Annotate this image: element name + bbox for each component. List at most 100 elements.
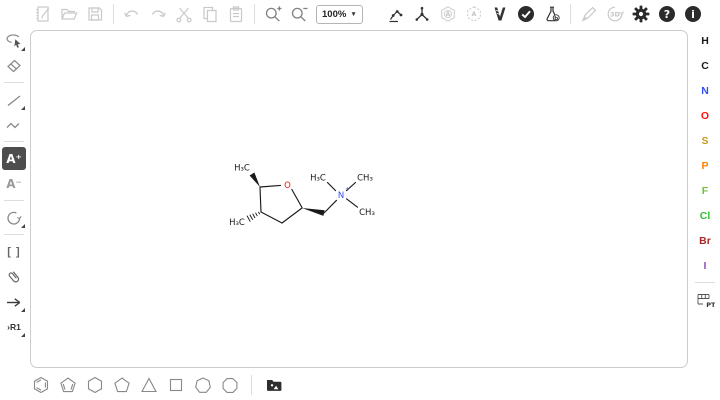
attach-sgroup-data-button[interactable] <box>2 265 26 288</box>
erase-button[interactable] <box>2 54 26 77</box>
chain-tool-button[interactable] <box>2 113 26 136</box>
aromatize-a-glyph: A <box>445 11 450 18</box>
ring-bonds[interactable] <box>260 183 358 224</box>
benzene-icon <box>31 375 51 395</box>
template-cyclooctane-button[interactable] <box>219 374 241 396</box>
template-cyclopropane-button[interactable] <box>138 374 160 396</box>
wedge-bond-c2-ch2[interactable] <box>302 208 325 216</box>
atom-charge-plus[interactable]: + <box>345 186 350 193</box>
redo-button[interactable] <box>147 3 169 25</box>
rotate-3d-icon: 3D <box>605 4 625 24</box>
cyclohexane-icon <box>85 375 105 395</box>
aromatize-icon: A <box>438 4 458 24</box>
calculated-values-button[interactable]: b <box>541 3 563 25</box>
save-icon <box>85 4 105 24</box>
drawing-canvas[interactable]: H₃C H₃C O N + H₃C CH₃ CH₃ <box>30 30 688 368</box>
atom-labels: H₃C H₃C O N + H₃C CH₃ CH₃ <box>229 164 375 229</box>
atom-label-n-methyl-topright[interactable]: CH₃ <box>357 174 373 184</box>
transform-rotate-button[interactable] <box>2 206 26 229</box>
cip-wedge-icon <box>490 4 510 24</box>
zoom-in-icon <box>263 4 283 24</box>
cyclopentadiene-icon <box>58 375 78 395</box>
paperclip-icon <box>4 267 24 287</box>
sgroup-brackets-button[interactable]: [ ] <box>2 240 26 263</box>
dearomatize-button[interactable]: A <box>463 3 485 25</box>
atom-label-nitrogen[interactable]: N <box>338 191 344 201</box>
clean-up-button[interactable] <box>411 3 433 25</box>
zoom-out-button[interactable] <box>288 3 310 25</box>
gear-icon <box>631 4 651 24</box>
calculate-cip-button[interactable] <box>489 3 511 25</box>
charge-plus-button[interactable]: A⁺ <box>2 147 26 170</box>
open-button[interactable] <box>58 3 80 25</box>
save-button[interactable] <box>84 3 106 25</box>
hash-bond-c4-methyl[interactable] <box>247 212 259 221</box>
lasso-select-icon <box>4 31 24 51</box>
settings-button[interactable] <box>630 3 652 25</box>
viewer-3d-button[interactable]: 3D <box>604 3 626 25</box>
element-cl-button[interactable]: Cl <box>694 206 716 226</box>
template-toolbar <box>0 370 720 400</box>
element-c-button[interactable]: C <box>694 56 716 76</box>
molecule[interactable]: H₃C H₃C O N + H₃C CH₃ CH₃ <box>229 164 375 229</box>
element-i-button[interactable]: I <box>694 256 716 276</box>
template-cycloheptane-button[interactable] <box>192 374 214 396</box>
copy-button[interactable] <box>199 3 221 25</box>
template-cyclobutane-button[interactable] <box>165 374 187 396</box>
cut-button[interactable] <box>173 3 195 25</box>
toolbar-divider <box>695 282 715 283</box>
reaction-arrow-icon <box>4 292 24 312</box>
element-p-button[interactable]: P <box>694 156 716 176</box>
template-cyclopentadiene-button[interactable] <box>57 374 79 396</box>
check-structure-button[interactable] <box>515 3 537 25</box>
aromatize-button[interactable]: A <box>437 3 459 25</box>
wedge-bond-c5-methyl[interactable] <box>250 173 260 188</box>
recognize-button[interactable] <box>578 3 600 25</box>
element-palette: H C N O S P F Cl Br I PT <box>690 28 720 312</box>
reaction-arrow-button[interactable] <box>2 290 26 313</box>
paste-button[interactable] <box>225 3 247 25</box>
select-lasso-button[interactable] <box>2 29 26 52</box>
element-n-button[interactable]: N <box>694 81 716 101</box>
element-f-button[interactable]: F <box>694 181 716 201</box>
rgroup-tool-button[interactable]: ›R1 <box>2 315 26 338</box>
atom-label-methyl-c4[interactable]: H₃C <box>229 218 245 228</box>
template-cyclopentane-button[interactable] <box>111 374 133 396</box>
new-document-button[interactable] <box>32 3 54 25</box>
help-icon: ? <box>657 4 677 24</box>
layout-icon <box>386 4 406 24</box>
zoom-level-select[interactable]: 100% ▼ <box>316 5 363 24</box>
threed-glyph: 3D <box>610 10 621 18</box>
layout-button[interactable] <box>385 3 407 25</box>
atom-label-ring-oxygen[interactable]: O <box>284 181 291 191</box>
toolbar-divider <box>4 141 24 142</box>
periodic-table-icon: PT <box>695 290 715 310</box>
bond-tool-button[interactable] <box>2 88 26 111</box>
element-br-button[interactable]: Br <box>694 231 716 251</box>
atom-label-methyl-c5[interactable]: H₃C <box>234 164 250 174</box>
toolbar-divider <box>254 4 255 24</box>
template-library-button[interactable] <box>263 374 285 396</box>
element-h-button[interactable]: H <box>694 31 716 51</box>
element-o-button[interactable]: O <box>694 106 716 126</box>
zoom-out-icon <box>289 4 309 24</box>
zoom-in-button[interactable] <box>262 3 284 25</box>
atom-label-n-methyl-bottomright[interactable]: CH₃ <box>359 208 375 218</box>
about-button[interactable]: i <box>682 3 704 25</box>
template-cyclohexane-button[interactable] <box>84 374 106 396</box>
template-benzene-button[interactable] <box>30 374 52 396</box>
chain-icon <box>4 115 24 135</box>
charge-minus-button[interactable]: A⁻ <box>2 172 26 195</box>
cut-icon <box>174 4 194 24</box>
atom-label-n-methyl-left[interactable]: H₃C <box>310 174 326 184</box>
element-s-button[interactable]: S <box>694 131 716 151</box>
dearomatize-icon: A <box>464 4 484 24</box>
dearomatize-a-glyph: A <box>471 11 476 18</box>
paste-icon <box>226 4 246 24</box>
molecule-drawing: H₃C H₃C O N + H₃C CH₃ CH₃ <box>31 31 687 367</box>
help-button[interactable]: ? <box>656 3 678 25</box>
chem-editor-app: 100% ▼ <box>0 0 720 400</box>
undo-button[interactable] <box>121 3 143 25</box>
pt-label: PT <box>706 301 715 309</box>
periodic-table-button[interactable]: PT <box>693 288 717 311</box>
